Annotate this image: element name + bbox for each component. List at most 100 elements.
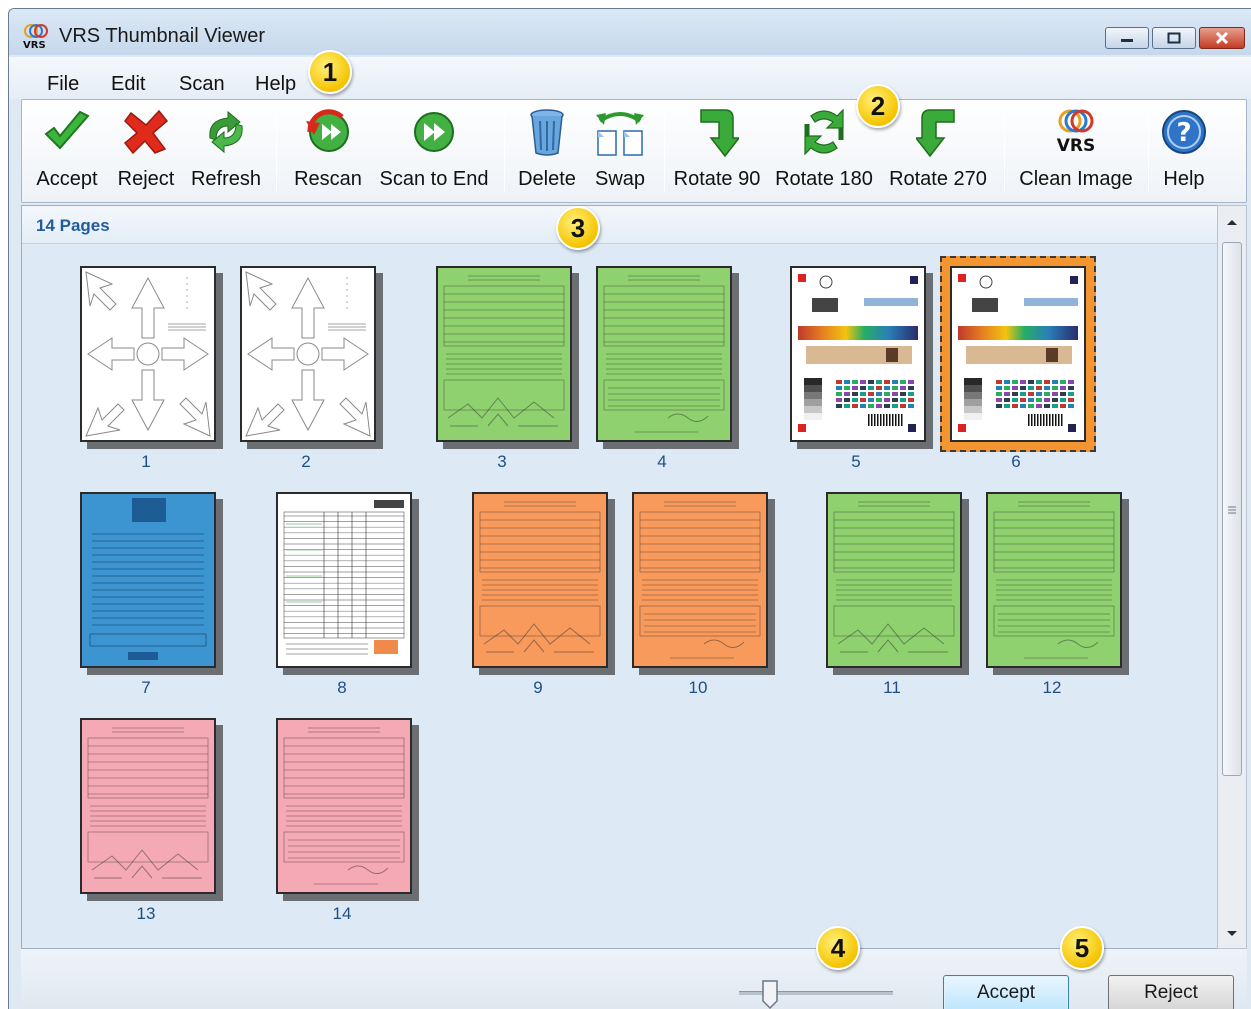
svg-text:?: ? bbox=[1176, 118, 1191, 148]
reject-tool-button[interactable]: Reject bbox=[114, 104, 178, 200]
delete-tool-button[interactable]: Delete bbox=[512, 104, 582, 200]
callout-badge: 1 bbox=[308, 50, 352, 94]
scan-to-end-tool-label: Scan to End bbox=[379, 168, 489, 190]
page-thumbnail-8[interactable] bbox=[276, 492, 412, 668]
page-number-label: 13 bbox=[136, 904, 156, 923]
thumbnail-panel: 14 Pages 1 2 3 4 5 6 7 8 9 10 11 12 13 14 bbox=[21, 205, 1232, 949]
accept-tool-button[interactable]: Accept bbox=[32, 104, 102, 200]
menu-help[interactable]: Help bbox=[255, 73, 296, 96]
rotate-180-icon bbox=[798, 104, 850, 160]
toolbar-separator bbox=[276, 110, 277, 192]
toolbar-separator bbox=[1148, 110, 1149, 192]
page-number-label: 9 bbox=[533, 678, 543, 697]
callout-badge: 3 bbox=[556, 206, 600, 250]
swap-tool-button[interactable]: Swap bbox=[588, 104, 652, 200]
rotate-270-tool-button[interactable]: Rotate 270 bbox=[888, 104, 988, 200]
page-thumbnail-11[interactable] bbox=[826, 492, 962, 668]
toolbar-separator bbox=[664, 110, 665, 192]
logo-text: VRS bbox=[23, 40, 46, 49]
page-number-label: 11 bbox=[883, 678, 901, 697]
page-thumbnail-14[interactable] bbox=[276, 718, 412, 894]
minimize-button[interactable] bbox=[1105, 27, 1149, 49]
page-number-label: 12 bbox=[1042, 678, 1062, 697]
page-number-label: 5 bbox=[851, 452, 861, 471]
page-thumbnail-13[interactable] bbox=[80, 718, 216, 894]
scan-to-end-tool-button[interactable]: Scan to End bbox=[378, 104, 490, 200]
page-number-label: 4 bbox=[657, 452, 667, 471]
rescan-tool-button[interactable]: Rescan bbox=[288, 104, 368, 200]
window-controls bbox=[1102, 27, 1245, 49]
reject-tool-label: Reject bbox=[117, 168, 175, 190]
vrs-logo-icon: VRS bbox=[21, 23, 51, 51]
toolbar-separator bbox=[1004, 110, 1005, 192]
trash-can-icon bbox=[521, 104, 573, 160]
help-question-icon: ? bbox=[1158, 104, 1210, 160]
refresh-tool-label: Refresh bbox=[190, 168, 262, 190]
rescan-icon bbox=[302, 104, 354, 160]
reject-button[interactable]: Reject bbox=[1108, 975, 1234, 1009]
page-number-label: 2 bbox=[301, 452, 311, 471]
menu-file[interactable]: File bbox=[47, 73, 79, 96]
menu-scan[interactable]: Scan bbox=[179, 73, 225, 96]
page-count-label: 14 Pages bbox=[36, 216, 110, 235]
clean-image-tool-button[interactable]: VRS Clean Image bbox=[1014, 104, 1138, 200]
delete-tool-label: Delete bbox=[518, 168, 576, 190]
page-number-label: 3 bbox=[497, 452, 507, 471]
toolbar-separator bbox=[504, 110, 505, 192]
scroll-up-arrow-icon[interactable] bbox=[1218, 210, 1246, 234]
rotate-90-tool-button[interactable]: Rotate 90 bbox=[672, 104, 762, 200]
page-thumbnail-12[interactable] bbox=[986, 492, 1122, 668]
accept-tool-label: Accept bbox=[36, 168, 98, 190]
scroll-down-arrow-icon[interactable] bbox=[1218, 922, 1246, 946]
pages-header: 14 Pages bbox=[22, 206, 1231, 244]
menu-edit[interactable]: Edit bbox=[111, 73, 145, 96]
page-thumbnail-5[interactable] bbox=[790, 266, 926, 442]
vertical-scrollbar[interactable] bbox=[1217, 205, 1247, 949]
scroll-grip-icon bbox=[1228, 506, 1236, 514]
window-title: VRS Thumbnail Viewer bbox=[59, 25, 266, 47]
callout-badge: 5 bbox=[1060, 926, 1104, 970]
rotate-90-icon bbox=[691, 104, 743, 160]
swap-pages-icon bbox=[594, 104, 646, 160]
refresh-arrows-icon bbox=[200, 104, 252, 160]
page-number-label: 7 bbox=[141, 678, 151, 697]
rotate-270-icon bbox=[912, 104, 964, 160]
rotate-180-tool-label: Rotate 180 bbox=[775, 168, 873, 190]
page-thumbnail-2[interactable] bbox=[240, 266, 376, 442]
page-thumbnail-9[interactable] bbox=[472, 492, 608, 668]
swap-tool-label: Swap bbox=[594, 168, 646, 190]
clean-logo-text: VRS bbox=[1057, 136, 1096, 156]
callout-badge: 2 bbox=[856, 84, 900, 128]
clean-image-tool-label: Clean Image bbox=[1019, 168, 1133, 190]
checkmark-icon bbox=[41, 104, 93, 160]
page-thumbnail-3[interactable] bbox=[436, 266, 572, 442]
toolbar: Accept Reject Refresh Rescan Scan to End… bbox=[21, 99, 1247, 203]
close-icon bbox=[1215, 32, 1229, 44]
page-thumbnail-7[interactable] bbox=[80, 492, 216, 668]
callout-badge: 4 bbox=[816, 926, 860, 970]
vrs-clean-icon: VRS bbox=[1046, 104, 1106, 160]
red-x-icon bbox=[120, 104, 172, 160]
page-number-label: 10 bbox=[688, 678, 708, 697]
fast-forward-icon bbox=[408, 104, 460, 160]
page-thumbnail-4[interactable] bbox=[596, 266, 732, 442]
scrollbar-thumb[interactable] bbox=[1222, 242, 1242, 776]
zoom-slider-thumb[interactable] bbox=[761, 979, 779, 1009]
page-thumbnail-6[interactable] bbox=[950, 266, 1086, 442]
help-tool-label: Help bbox=[1163, 168, 1205, 190]
close-button[interactable] bbox=[1199, 27, 1245, 49]
app-window: VRS VRS Thumbnail Viewer File Edit Scan … bbox=[8, 8, 1251, 1009]
rescan-tool-label: Rescan bbox=[294, 168, 362, 190]
page-number-label: 14 bbox=[332, 904, 352, 923]
menu-bar: File Edit Scan Help bbox=[9, 57, 1251, 99]
refresh-tool-button[interactable]: Refresh bbox=[188, 104, 264, 200]
rotate-270-tool-label: Rotate 270 bbox=[889, 168, 987, 190]
page-number-label: 8 bbox=[337, 678, 347, 697]
maximize-button[interactable] bbox=[1152, 27, 1196, 49]
page-thumbnail-10[interactable] bbox=[632, 492, 768, 668]
accept-button[interactable]: Accept bbox=[943, 975, 1069, 1009]
maximize-icon bbox=[1167, 32, 1181, 44]
page-thumbnail-1[interactable] bbox=[80, 266, 216, 442]
help-tool-button[interactable]: ? Help bbox=[1154, 104, 1214, 200]
rotate-90-tool-label: Rotate 90 bbox=[673, 168, 761, 190]
